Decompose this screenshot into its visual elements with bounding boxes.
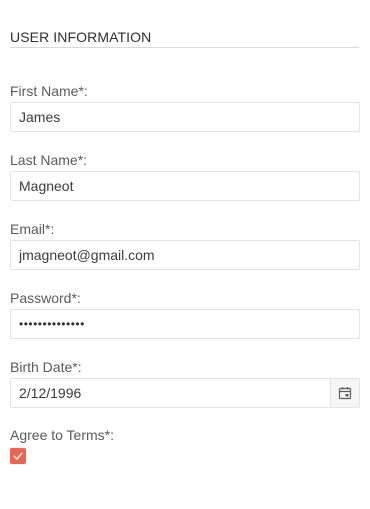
birth-date-field-box [10, 378, 360, 408]
email-group: Email*: [10, 221, 360, 270]
email-label: Email*: [10, 221, 55, 237]
first-name-label: First Name*: [10, 83, 88, 99]
first-name-field-box [10, 102, 360, 132]
last-name-input[interactable] [11, 172, 359, 200]
section-title: USER INFORMATION [10, 29, 152, 45]
password-input[interactable] [11, 310, 359, 338]
first-name-group: First Name*: [10, 83, 360, 132]
email-field-box [10, 240, 360, 270]
checkmark-icon [13, 452, 23, 460]
first-name-input[interactable] [11, 103, 359, 131]
section-divider [10, 47, 359, 48]
calendar-button[interactable] [330, 379, 359, 407]
user-information-form: USER INFORMATION First Name*: Last Name*… [10, 0, 360, 464]
terms-group: Agree to Terms*: [10, 427, 360, 464]
birth-date-group: Birth Date*: [10, 359, 360, 408]
birth-date-label: Birth Date*: [10, 359, 82, 375]
password-group: Password*: [10, 290, 360, 339]
birth-date-input[interactable] [11, 379, 330, 407]
last-name-field-box [10, 171, 360, 201]
calendar-icon [338, 387, 352, 400]
terms-label: Agree to Terms*: [10, 427, 115, 443]
last-name-group: Last Name*: [10, 152, 360, 201]
email-input[interactable] [11, 241, 359, 269]
terms-checkbox[interactable] [10, 448, 26, 464]
password-label: Password*: [10, 290, 81, 306]
last-name-label: Last Name*: [10, 152, 88, 168]
password-field-box [10, 309, 360, 339]
